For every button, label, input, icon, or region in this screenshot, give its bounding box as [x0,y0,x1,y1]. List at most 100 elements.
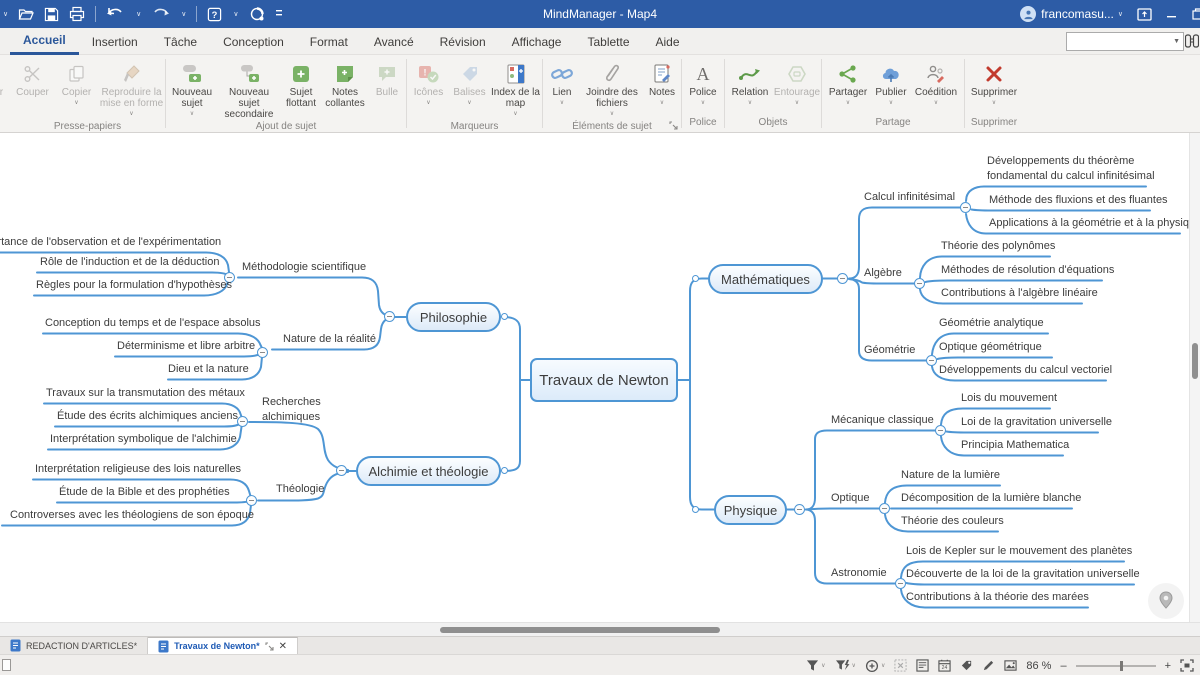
publish-button[interactable]: Publier ∨ [871,59,911,109]
status-left-box[interactable] [2,659,11,671]
doc-tab-redaction[interactable]: REDACTION D'ARTICLES* [0,637,148,654]
tags-button[interactable]: Balises ∨ [450,59,490,109]
collapse-marker[interactable] [960,202,971,213]
topic[interactable]: Décomposition de la lumière blanche [901,492,1081,504]
topic[interactable]: Découverte de la loi de la gravitation u… [906,568,1140,580]
zoom-in-button[interactable]: + [1165,660,1171,672]
collapse-marker[interactable] [895,578,906,589]
fit-selection-icon[interactable] [894,659,907,672]
collapse-marker[interactable] [237,416,248,427]
topic[interactable]: Interprétation religieuse des lois natur… [35,463,241,475]
central-topic[interactable]: Travaux de Newton [530,358,678,402]
doc-tab-travaux-de-newton[interactable]: Travaux de Newton* ✕ [148,637,298,654]
tab-tache[interactable]: Tâche [151,28,210,55]
tab-revision[interactable]: Révision [427,28,499,55]
tab-affichage[interactable]: Affichage [499,28,575,55]
topic[interactable]: Dieu et la nature [168,363,249,375]
restore-icon[interactable] [1192,8,1200,20]
close-tab-icon[interactable]: ✕ [279,641,287,652]
map-canvas[interactable]: Travaux de Newton Philosophie Alchimie e… [0,133,1200,622]
vertical-scrollbar[interactable] [1189,133,1200,622]
collapse-marker[interactable] [926,355,937,366]
binoculars-icon[interactable] [1185,33,1199,49]
topic[interactable]: Loi de la gravitation universelle [961,416,1112,428]
subtopic[interactable]: Algèbre [864,267,902,279]
search-input[interactable]: ▼ [1066,32,1184,51]
topic[interactable]: Lois du mouvement [961,392,1057,404]
tab-conception[interactable]: Conception [210,28,297,55]
collapse-marker[interactable] [384,311,395,322]
zoom-slider[interactable] [1076,665,1156,667]
topic[interactable]: Contributions à la théorie des marées [906,591,1089,603]
subtopic[interactable]: Théologie [276,483,324,495]
collapse-marker[interactable] [879,503,890,514]
main-topic-philosophie[interactable]: Philosophie [406,302,501,332]
topic-handle[interactable] [501,467,508,474]
topic-handle[interactable] [692,275,699,282]
subtopic[interactable]: Optique [831,492,870,504]
topic[interactable]: Théorie des polynômes [941,240,1055,252]
image-icon[interactable] [1004,659,1017,672]
filter-button[interactable]: ∨ [806,659,825,672]
account-menu[interactable]: francomasu... ∨ [1020,6,1123,22]
new-topic-button[interactable]: Nouveau sujet ∨ [166,59,218,120]
topic[interactable]: Règles pour la formulation d'hypothèses [36,279,232,291]
topic[interactable]: Méthode des fluxions et des fluantes [989,194,1168,206]
topic[interactable]: Interprétation symbolique de l'alchimie [50,433,237,445]
topic[interactable]: Étude de la Bible et des prophéties [59,486,230,498]
topic[interactable]: Méthodes de résolution d'équations [941,264,1114,276]
topic[interactable]: Lois de Kepler sur le mouvement des plan… [906,545,1132,557]
zoom-out-button[interactable]: – [1060,660,1066,672]
subtopic[interactable]: Nature de la réalité [283,333,376,345]
topic-handle[interactable] [692,506,699,513]
subtopic[interactable]: Géométrie [864,344,915,356]
topic[interactable]: Géométrie analytique [939,317,1044,329]
topic[interactable]: Travaux sur la transmutation des métaux [46,387,245,399]
horizontal-scrollbar-thumb[interactable] [440,627,720,633]
topic[interactable]: Contributions à l'algèbre linéaire [941,287,1098,299]
topic[interactable]: Étude des écrits alchimiques anciens [57,410,238,422]
topic[interactable]: Théorie des couleurs [901,515,1004,527]
collapse-marker[interactable] [935,425,946,436]
link-button[interactable]: Lien ∨ [544,59,580,109]
zoom-slider-thumb[interactable] [1120,661,1123,671]
refresh-button[interactable]: ∨ [865,659,885,673]
sticky-notes-button[interactable]: Notes collantes [322,59,368,109]
collapse-marker[interactable] [837,273,848,284]
vertical-scrollbar-thumb[interactable] [1192,343,1198,379]
topic[interactable]: Optique géométrique [939,341,1042,353]
share-button[interactable]: Partager ∨ [825,59,871,109]
tab-insertion[interactable]: Insertion [79,28,151,55]
popout-tab-icon[interactable] [265,642,274,651]
tab-accueil[interactable]: Accueil [10,28,79,55]
topic[interactable]: Applications à la géométrie et à la phys… [989,217,1200,229]
topic[interactable]: Nature de la lumière [901,469,1000,481]
tab-tablette[interactable]: Tablette [574,28,642,55]
topic-notes-icon[interactable] [916,659,929,672]
dialog-launcher-icon[interactable] [669,121,678,130]
relationship-button[interactable]: Relation ∨ [726,59,774,109]
boundary-button[interactable]: Entourage ∨ [774,59,820,109]
icons-marker-button[interactable]: ! Icônes ∨ [408,59,450,109]
subtopic[interactable]: Mécanique classique [831,414,934,426]
subtopic[interactable]: Astronomie [831,567,887,579]
topic[interactable]: Importance de l'observation et de l'expé… [0,236,221,248]
collapse-marker[interactable] [257,347,268,358]
new-subtopic-button[interactable]: Nouveau sujet secondaire [218,59,280,120]
tab-aide[interactable]: Aide [643,28,693,55]
subtopic[interactable]: Recherches alchimiques [262,395,326,425]
tab-format[interactable]: Format [297,28,361,55]
collapse-marker[interactable] [246,495,257,506]
main-topic-physique[interactable]: Physique [714,495,787,525]
cut-button[interactable]: Couper [11,59,55,98]
notes-button[interactable]: Notes ∨ [644,59,680,109]
topic[interactable]: Principia Mathematica [961,439,1069,451]
topic-handle[interactable] [501,313,508,320]
subtopic[interactable]: Méthodologie scientifique [242,261,366,273]
topic[interactable]: Développements du théorème fondamental d… [987,154,1163,184]
map-index-button[interactable]: Index de la map ∨ [490,59,542,120]
font-button[interactable]: A Police ∨ [684,59,722,109]
tab-avance[interactable]: Avancé [361,28,427,55]
callout-button[interactable]: Bulle [368,59,406,98]
location-pin-button[interactable] [1148,583,1184,619]
